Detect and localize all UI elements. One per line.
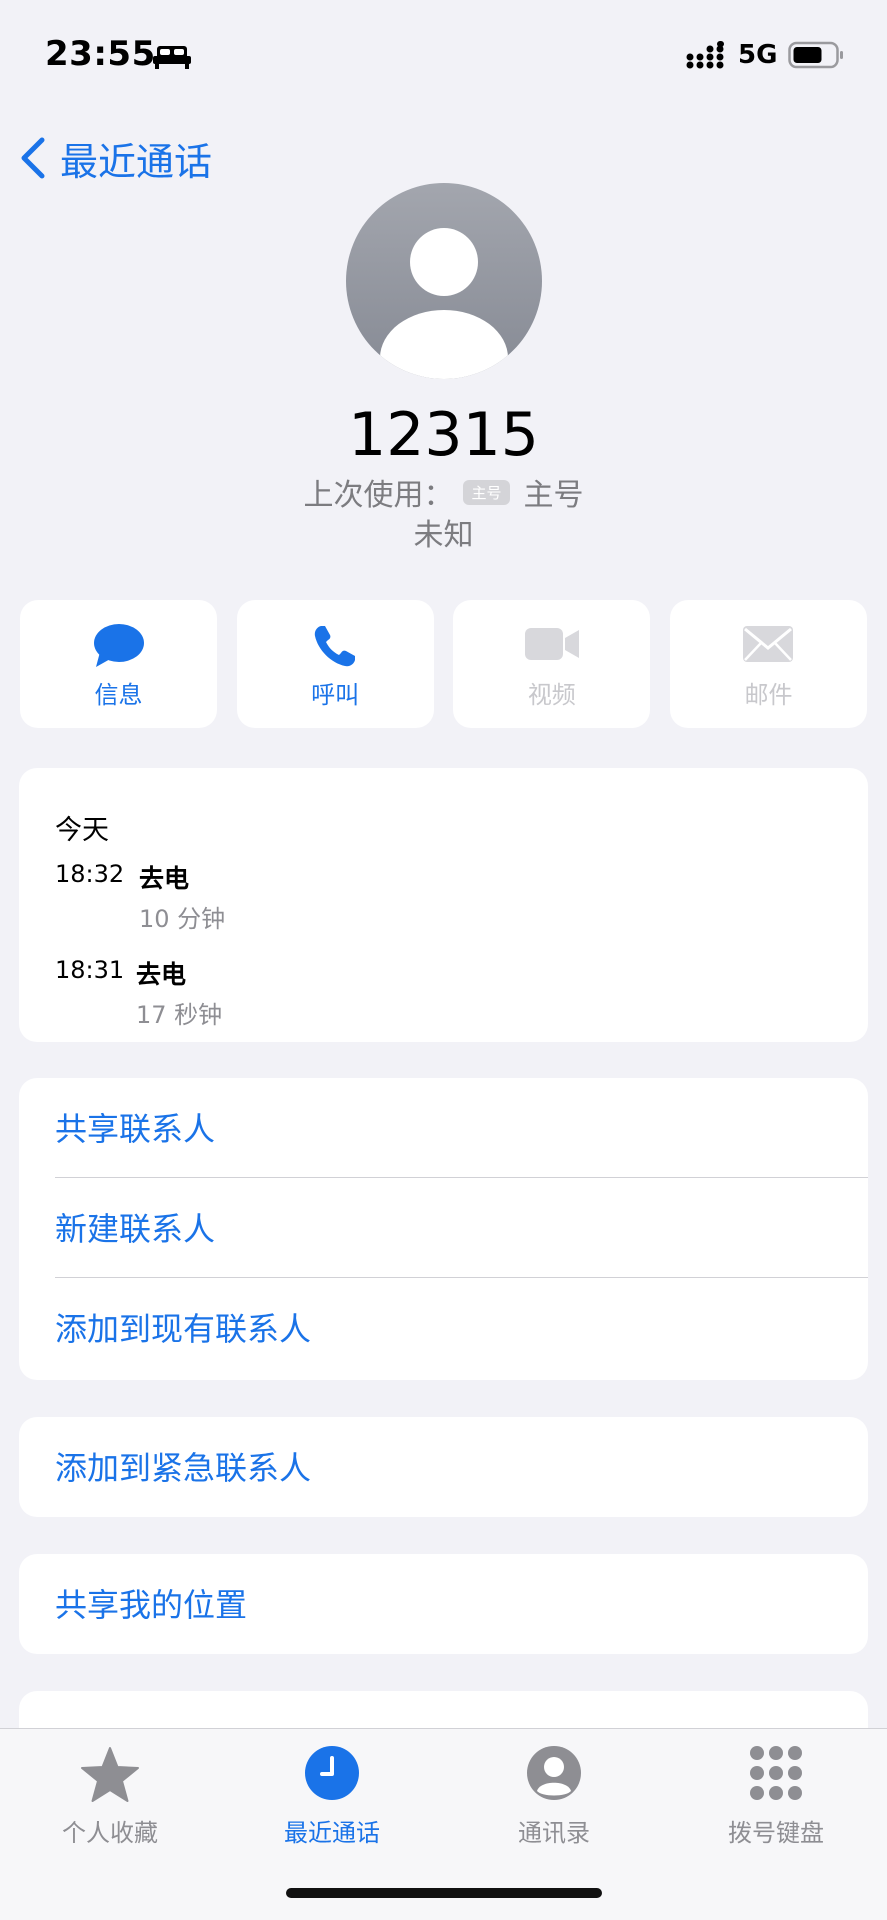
call-history-card: 今天 18:32 去电 10 分钟 18:31 去电 17 秒钟 bbox=[19, 768, 868, 1042]
contact-options-card: 共享联系人 新建联系人 添加到现有联系人 bbox=[19, 1078, 868, 1380]
mail-icon bbox=[743, 626, 794, 662]
phone-icon bbox=[314, 626, 356, 667]
keypad-icon bbox=[750, 1746, 802, 1800]
tab-contacts-label: 通讯录 bbox=[518, 1819, 590, 1847]
emergency-contact-card: 添加到紧急联系人 bbox=[19, 1417, 868, 1517]
status-bar: 23:55 5G bbox=[0, 0, 887, 110]
last-used-value: 主号 bbox=[523, 478, 584, 513]
tab-recents-label: 最近通话 bbox=[284, 1819, 380, 1847]
history-type: 去电 bbox=[136, 960, 187, 989]
star-icon bbox=[81, 1747, 139, 1802]
new-contact-row[interactable]: 新建联系人 bbox=[19, 1178, 868, 1278]
share-location-card: 共享我的位置 bbox=[19, 1554, 868, 1654]
home-indicator[interactable] bbox=[286, 1888, 602, 1898]
back-button[interactable]: 最近通话 bbox=[18, 130, 212, 186]
bed-icon bbox=[153, 46, 191, 69]
contact-avatar bbox=[346, 183, 542, 379]
share-location-row[interactable]: 共享我的位置 bbox=[19, 1554, 868, 1654]
battery-icon bbox=[788, 41, 843, 69]
add-existing-contact-row[interactable]: 添加到现有联系人 bbox=[19, 1278, 868, 1378]
share-contact-row[interactable]: 共享联系人 bbox=[19, 1078, 868, 1178]
contact-number: 12315 bbox=[348, 400, 539, 470]
share-location-label: 共享我的位置 bbox=[55, 1586, 248, 1624]
history-type: 去电 bbox=[139, 864, 190, 893]
add-emergency-contact-label: 添加到紧急联系人 bbox=[55, 1449, 312, 1487]
add-existing-contact-label: 添加到现有联系人 bbox=[55, 1310, 312, 1348]
history-time: 18:31 bbox=[55, 956, 125, 984]
action-buttons: 信息 呼叫 视频 邮件 bbox=[20, 600, 867, 728]
tab-keypad[interactable]: 拨号键盘 bbox=[676, 1729, 876, 1849]
mail-button[interactable]: 邮件 bbox=[669, 600, 867, 728]
tab-favorites-label: 个人收藏 bbox=[62, 1819, 158, 1847]
line-tag-badge: 主号 bbox=[463, 479, 510, 505]
contact-location: 未知 bbox=[413, 518, 474, 553]
last-used-label: 上次使用： bbox=[303, 478, 454, 513]
message-label: 信息 bbox=[94, 681, 143, 709]
new-contact-label: 新建联系人 bbox=[55, 1210, 216, 1248]
clock-icon bbox=[305, 1746, 359, 1800]
status-time: 23:55 bbox=[45, 34, 156, 74]
video-label: 视频 bbox=[527, 681, 576, 709]
call-button[interactable]: 呼叫 bbox=[236, 600, 434, 728]
tab-favorites[interactable]: 个人收藏 bbox=[10, 1729, 210, 1849]
network-type: 5G bbox=[738, 40, 778, 70]
mail-label: 邮件 bbox=[744, 681, 793, 709]
person-placeholder-icon bbox=[380, 228, 508, 379]
tab-recents[interactable]: 最近通话 bbox=[232, 1729, 432, 1849]
video-button[interactable]: 视频 bbox=[453, 600, 651, 728]
share-contact-label: 共享联系人 bbox=[55, 1110, 216, 1148]
video-icon bbox=[524, 628, 579, 660]
history-day: 今天 bbox=[55, 815, 109, 846]
history-time: 18:32 bbox=[55, 860, 125, 888]
tab-contacts[interactable]: 通讯录 bbox=[454, 1729, 654, 1849]
chevron-left-icon bbox=[21, 137, 45, 179]
back-label: 最近通话 bbox=[60, 139, 213, 184]
tab-keypad-label: 拨号键盘 bbox=[728, 1819, 824, 1847]
last-used: 上次使用： 主号 主号 bbox=[0, 470, 887, 514]
signal-icon bbox=[686, 41, 724, 69]
message-icon bbox=[93, 624, 144, 667]
message-button[interactable]: 信息 bbox=[20, 600, 217, 728]
call-label: 呼叫 bbox=[311, 681, 360, 709]
person-icon bbox=[527, 1746, 581, 1800]
add-emergency-contact-row[interactable]: 添加到紧急联系人 bbox=[19, 1417, 868, 1517]
history-duration: 10 分钟 bbox=[139, 905, 226, 933]
history-duration: 17 秒钟 bbox=[136, 1001, 223, 1029]
